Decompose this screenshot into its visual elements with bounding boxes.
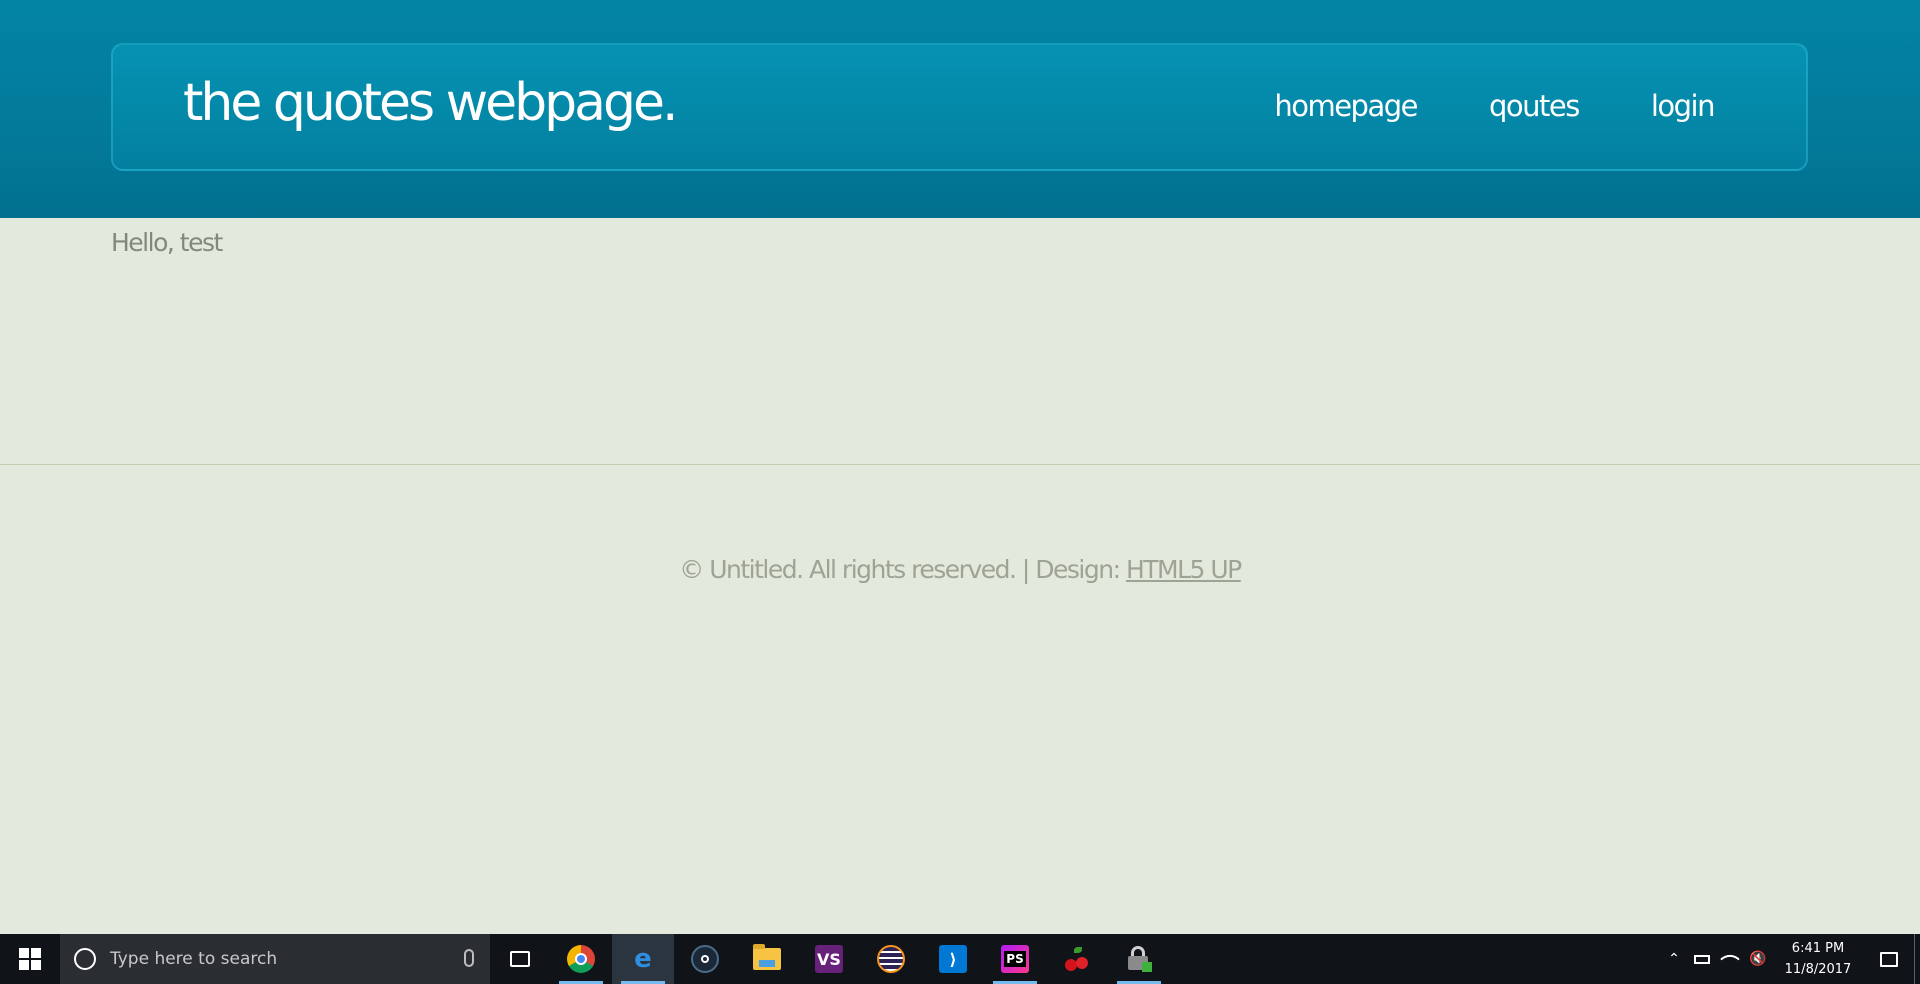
taskbar-app-cherry[interactable] bbox=[1046, 934, 1108, 984]
footer-divider bbox=[0, 464, 1920, 465]
steam-icon bbox=[691, 945, 719, 973]
taskbar-app-visual-studio[interactable]: VS bbox=[798, 934, 860, 984]
nav-login[interactable]: login bbox=[1651, 89, 1716, 123]
taskbar-search-box[interactable]: Type here to search bbox=[60, 934, 490, 984]
windows-taskbar: Type here to search e VS ⟩ PS ⌃ 🔇 6:41 P… bbox=[0, 934, 1920, 984]
taskbar-app-file-explorer[interactable] bbox=[736, 934, 798, 984]
windows-logo-icon bbox=[19, 948, 41, 970]
main-nav: homepage qoutes login bbox=[1274, 89, 1716, 123]
taskbar-app-vscode[interactable]: ⟩ bbox=[922, 934, 984, 984]
clock-time: 6:41 PM bbox=[1791, 941, 1845, 956]
chevron-up-icon[interactable]: ⌃ bbox=[1660, 934, 1688, 984]
site-title[interactable]: the quotes webpage. bbox=[183, 73, 679, 133]
volume-muted-icon[interactable]: 🔇 bbox=[1744, 934, 1772, 984]
header-panel: the quotes webpage. homepage qoutes logi… bbox=[111, 43, 1808, 171]
greeting-text: Hello, test bbox=[111, 228, 223, 257]
site-header: the quotes webpage. homepage qoutes logi… bbox=[0, 0, 1920, 218]
cherry-icon bbox=[1063, 945, 1091, 973]
taskbar-app-edge[interactable]: e bbox=[612, 934, 674, 984]
taskbar-app-lock[interactable] bbox=[1108, 934, 1170, 984]
wifi-icon[interactable] bbox=[1716, 934, 1744, 984]
action-center-button[interactable] bbox=[1864, 934, 1914, 984]
taskbar-app-steam[interactable] bbox=[674, 934, 736, 984]
task-view-icon bbox=[510, 951, 530, 967]
design-credit-link[interactable]: HTML5 UP bbox=[1126, 555, 1242, 584]
taskbar-app-chrome[interactable] bbox=[550, 934, 612, 984]
show-desktop-button[interactable] bbox=[1914, 934, 1920, 984]
start-button[interactable] bbox=[0, 934, 60, 984]
edge-icon: e bbox=[634, 944, 652, 974]
notification-icon bbox=[1880, 951, 1898, 967]
visual-studio-icon: VS bbox=[815, 945, 843, 973]
browser-page: the quotes webpage. homepage qoutes logi… bbox=[0, 0, 1920, 934]
lock-app-icon bbox=[1126, 945, 1152, 973]
eclipse-icon bbox=[877, 945, 905, 973]
clock-date: 11/8/2017 bbox=[1784, 962, 1852, 977]
copyright-text: © Untitled. All rights reserved. | Desig… bbox=[679, 555, 1126, 584]
battery-icon[interactable] bbox=[1688, 934, 1716, 984]
site-footer: © Untitled. All rights reserved. | Desig… bbox=[0, 555, 1920, 584]
system-tray: ⌃ 🔇 6:41 PM 11/8/2017 bbox=[1660, 934, 1920, 984]
phpstorm-icon: PS bbox=[1001, 945, 1029, 973]
taskbar-app-eclipse[interactable] bbox=[860, 934, 922, 984]
search-placeholder: Type here to search bbox=[110, 949, 278, 969]
cortana-icon bbox=[74, 948, 96, 970]
microphone-icon[interactable] bbox=[464, 949, 474, 967]
file-explorer-icon bbox=[753, 944, 781, 970]
nav-homepage[interactable]: homepage bbox=[1274, 89, 1418, 123]
taskbar-app-phpstorm[interactable]: PS bbox=[984, 934, 1046, 984]
vscode-icon: ⟩ bbox=[939, 945, 967, 973]
task-view-button[interactable] bbox=[490, 934, 550, 984]
nav-qoutes[interactable]: qoutes bbox=[1489, 89, 1580, 123]
chrome-icon bbox=[567, 945, 595, 973]
system-clock[interactable]: 6:41 PM 11/8/2017 bbox=[1772, 938, 1864, 980]
